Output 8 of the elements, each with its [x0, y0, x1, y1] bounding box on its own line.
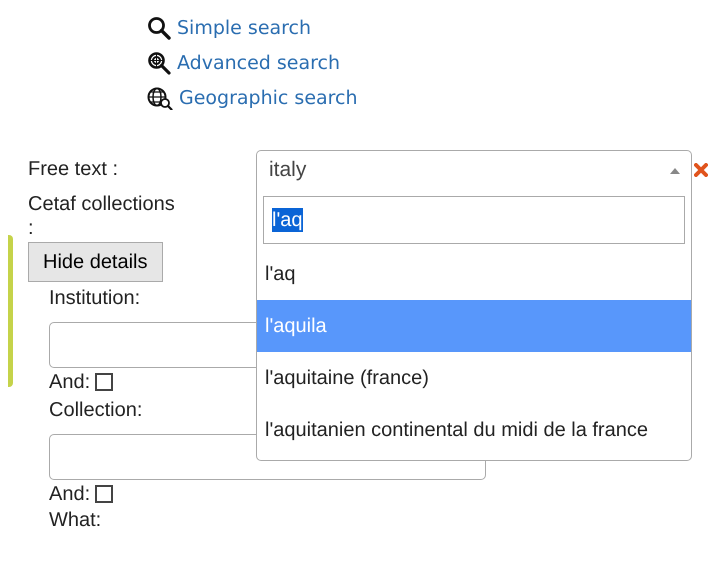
free-text-label: Free text :	[28, 157, 120, 182]
field-label: Institution:	[49, 286, 140, 310]
field-label: Collection:	[49, 398, 142, 422]
and-label: And:	[49, 482, 90, 506]
collections-colon: :	[28, 216, 35, 240]
what-label: What:	[48, 508, 102, 532]
collections-label: Cetaf collections	[28, 192, 176, 216]
and-label: And:	[49, 370, 90, 394]
